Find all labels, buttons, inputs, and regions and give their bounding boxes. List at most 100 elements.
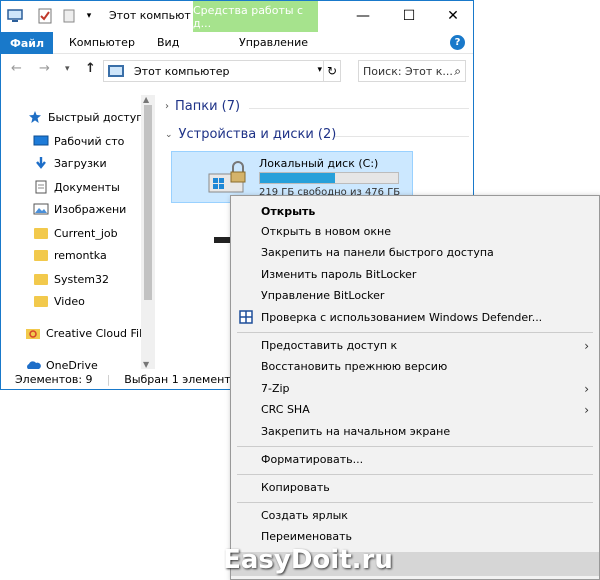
collapse-chevron-icon[interactable]: ⌄ bbox=[165, 130, 173, 140]
context-menu-item[interactable]: Предоставить доступ к › bbox=[231, 335, 599, 356]
watermark: EasyDoit.ru bbox=[223, 545, 393, 575]
close-button[interactable]: ✕ bbox=[431, 3, 475, 29]
nav-item-label: Загрузки bbox=[54, 156, 107, 170]
submenu-arrow-icon: › bbox=[584, 338, 589, 353]
context-menu-label: Восстановить прежнюю версию bbox=[261, 360, 448, 373]
context-menu-label: Проверка с использованием Windows Defend… bbox=[261, 311, 543, 324]
menu-separator bbox=[237, 502, 593, 503]
nav-item-label: Creative Cloud Fil bbox=[46, 326, 143, 340]
context-menu-item[interactable]: Проверка с использованием Windows Defend… bbox=[231, 307, 599, 328]
new-folder-icon[interactable] bbox=[61, 8, 77, 24]
back-button[interactable]: ← bbox=[11, 61, 22, 76]
menu-separator bbox=[237, 474, 593, 475]
context-menu-item[interactable]: Управление BitLocker bbox=[231, 285, 599, 306]
status-divider: | bbox=[106, 372, 111, 386]
context-menu-label: 7-Zip bbox=[261, 382, 290, 395]
up-button[interactable]: ↑ bbox=[85, 61, 96, 76]
nav-item[interactable]: Изображени📌 bbox=[33, 199, 156, 219]
refresh-button[interactable]: ↻ bbox=[323, 61, 340, 81]
drive-usage-bar bbox=[259, 172, 399, 184]
context-menu-item[interactable]: Закрепить на начальном экране bbox=[231, 421, 599, 442]
help-icon[interactable]: ? bbox=[450, 35, 465, 50]
nav-item-label: OneDrive bbox=[46, 358, 98, 370]
nav-item[interactable]: System32 bbox=[33, 269, 156, 289]
nav-item-label: Документы bbox=[54, 180, 120, 194]
nav-item[interactable]: OneDrive bbox=[25, 355, 156, 369]
context-menu-item[interactable]: Изменить пароль BitLocker bbox=[231, 264, 599, 285]
folders-group-header[interactable]: › Папки (7) bbox=[165, 99, 240, 114]
onedrive-icon bbox=[25, 358, 41, 369]
menu-separator bbox=[237, 332, 593, 333]
context-menu-label: Форматировать... bbox=[261, 453, 364, 466]
context-menu-item[interactable]: Открыть в новом окне bbox=[231, 221, 599, 242]
tab-file[interactable]: Файл bbox=[1, 32, 53, 54]
context-menu-item[interactable]: Создать ярлык bbox=[231, 505, 599, 526]
tab-view[interactable]: Вид bbox=[157, 36, 179, 49]
context-menu-item[interactable]: Форматировать... bbox=[231, 449, 599, 470]
nav-item[interactable]: Рабочий сто📌 bbox=[33, 131, 156, 151]
address-text: Этот компьютер bbox=[134, 65, 230, 78]
document-icon bbox=[33, 180, 49, 194]
context-menu-item[interactable]: Закрепить на панели быстрого доступа bbox=[231, 242, 599, 263]
nav-item[interactable]: remontka bbox=[33, 245, 156, 265]
context-menu-item[interactable]: Открыть bbox=[231, 201, 599, 222]
submenu-arrow-icon: › bbox=[584, 381, 589, 396]
tab-computer[interactable]: Компьютер bbox=[69, 36, 135, 49]
address-dropdown-icon[interactable]: ▾ bbox=[317, 65, 322, 75]
tab-manage[interactable]: Управление bbox=[239, 36, 308, 49]
navpane-scrollbar[interactable]: ▲ ▼ bbox=[141, 95, 155, 369]
properties-icon[interactable] bbox=[37, 8, 53, 24]
windows-defender-icon bbox=[239, 310, 253, 324]
folders-group-label: Папки (7) bbox=[175, 99, 241, 114]
nav-item[interactable]: Загрузки📌 bbox=[33, 153, 156, 173]
devices-group-label: Устройства и диски (2) bbox=[178, 127, 337, 142]
nav-item-label: Изображени bbox=[54, 202, 127, 216]
computer-icon[interactable] bbox=[7, 8, 23, 24]
nav-item[interactable]: Video bbox=[33, 291, 156, 311]
context-menu-item[interactable]: 7-Zip › bbox=[231, 378, 599, 399]
context-menu-item[interactable]: Копировать bbox=[231, 477, 599, 498]
navigation-bar: ← → ▾ ↑ Этот компьютер ▾ ↻ Поиск: Этот к… bbox=[1, 57, 473, 85]
group-divider bbox=[249, 108, 469, 109]
submenu-arrow-icon: › bbox=[584, 402, 589, 417]
customize-toolbar-icon[interactable]: ▾ bbox=[81, 8, 97, 24]
nav-item-label: Video bbox=[54, 294, 85, 308]
context-menu-item[interactable]: CRC SHA › bbox=[231, 399, 599, 420]
address-bar[interactable]: Этот компьютер ▾ ↻ bbox=[103, 60, 341, 82]
search-icon[interactable]: ⌕ bbox=[454, 64, 461, 79]
context-menu-label: Открыть в новом окне bbox=[261, 225, 392, 238]
scroll-down-icon[interactable]: ▼ bbox=[143, 360, 149, 369]
pictures-icon bbox=[33, 202, 49, 216]
expand-chevron-icon[interactable]: › bbox=[165, 101, 169, 112]
context-menu-label: Открыть bbox=[261, 205, 316, 218]
menu-separator bbox=[237, 446, 593, 447]
scrollbar-thumb[interactable] bbox=[144, 105, 152, 300]
drive-tools-tab[interactable]: Средства работы с д... bbox=[193, 1, 318, 32]
context-menu-label: Предоставить доступ к bbox=[261, 339, 398, 352]
navigation-pane: Быстрый доступ Рабочий сто📌Загрузки📌 Докум… bbox=[1, 95, 156, 369]
context-menu-label: Закрепить на панели быстрого доступа bbox=[261, 246, 494, 259]
forward-button[interactable]: → bbox=[39, 61, 50, 76]
search-input[interactable]: Поиск: Этот к... ⌕ bbox=[358, 60, 466, 82]
bitlocker-drive-icon bbox=[208, 161, 246, 193]
nav-item[interactable]: Creative Cloud Fil bbox=[25, 323, 156, 343]
context-menu: Открыть Открыть в новом окне Закрепить на … bbox=[230, 195, 600, 580]
context-menu-item[interactable]: Восстановить прежнюю версию bbox=[231, 356, 599, 377]
devices-group-header[interactable]: ⌄ Устройства и диски (2) bbox=[165, 127, 336, 142]
nav-item[interactable]: Документы📌 bbox=[33, 177, 156, 197]
window-title: Этот компьют bbox=[109, 9, 191, 22]
drive-name: Локальный диск (C:) bbox=[259, 157, 379, 170]
drive-usage-fill bbox=[260, 173, 335, 183]
nav-item[interactable]: Current_job bbox=[33, 223, 156, 243]
ribbon: Файл Компьютер Вид Управление ? bbox=[1, 32, 473, 54]
folder-icon bbox=[33, 272, 49, 286]
nav-item-label: Рабочий сто bbox=[54, 134, 125, 148]
minimize-button[interactable]: — bbox=[341, 3, 385, 29]
recent-locations-icon[interactable]: ▾ bbox=[65, 64, 70, 74]
nav-item[interactable]: Быстрый доступ bbox=[27, 107, 156, 127]
computer-icon bbox=[108, 65, 124, 77]
maximize-button[interactable]: ☐ bbox=[387, 3, 431, 29]
item-count: Элементов: 9 bbox=[15, 372, 93, 386]
scroll-up-icon[interactable]: ▲ bbox=[143, 95, 149, 104]
nav-item-label: Current_job bbox=[54, 226, 118, 240]
